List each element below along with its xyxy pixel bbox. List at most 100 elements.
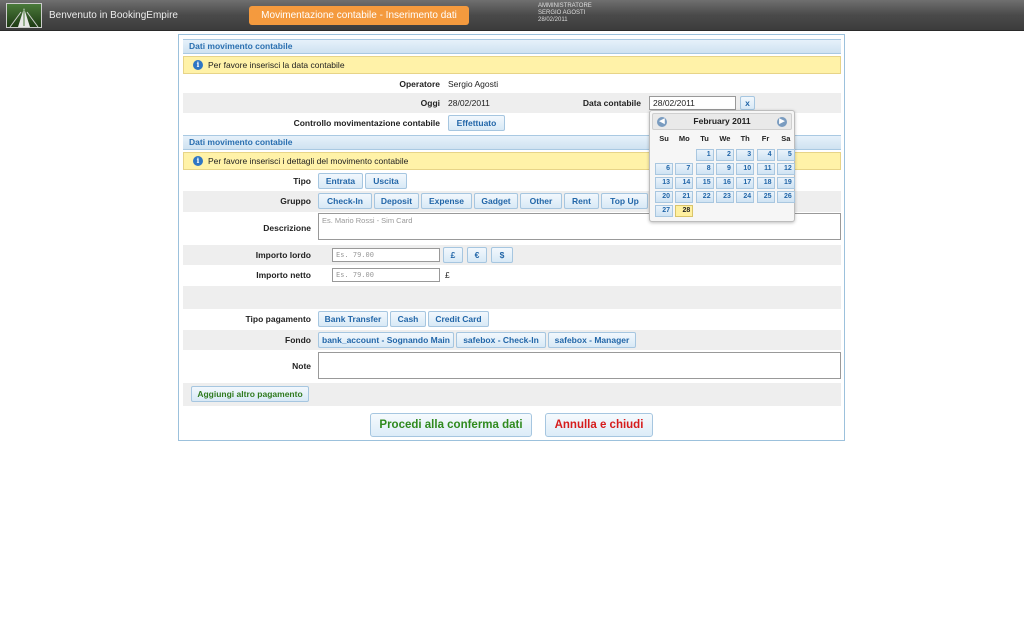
confirm-button[interactable]: Procedi alla conferma dati: [370, 413, 532, 437]
descrizione-label: Descrizione: [263, 223, 311, 233]
gruppo-expense-button[interactable]: Expense: [421, 193, 472, 209]
row-tipo-pagamento: Tipo pagamento Bank Transfer Cash Credit…: [183, 309, 841, 329]
calendar-day[interactable]: 9: [715, 163, 734, 175]
clear-date-button[interactable]: x: [740, 96, 755, 110]
data-contabile-input[interactable]: 28/02/2011: [649, 96, 736, 110]
calendar-weekday: Sa: [781, 134, 791, 143]
fondo-safebox-checkin-button[interactable]: safebox - Check-In: [456, 332, 546, 348]
cancel-button[interactable]: Annulla e chiudi: [545, 413, 653, 437]
controllo-label: Controllo movimentazione contabile: [293, 118, 440, 128]
calendar-day[interactable]: 11: [756, 163, 775, 175]
effettuato-button[interactable]: Effettuato: [448, 115, 505, 131]
calendar-day[interactable]: 12: [776, 163, 795, 175]
date-picker-calendar: ◀ February 2011 ▶ Su Mo Tu We Th Fr Sa 1 2 3 4 5 6 7 8…: [649, 110, 795, 222]
fondo-safebox-manager-button[interactable]: safebox - Manager: [548, 332, 636, 348]
calendar-weekday: Tu: [700, 134, 709, 143]
row-importo-netto: Importo netto Es. 79.00 £: [183, 265, 841, 285]
calendar-next-icon[interactable]: ▶: [777, 117, 787, 127]
calendar-weekday: Fr: [761, 134, 770, 143]
fondo-bank-account-button[interactable]: bank_account - Sognando Main: [318, 332, 454, 348]
app-title: Benvenuto in BookingEmpire: [49, 10, 178, 21]
user-info: AMMINISTRATORE SERGIO AGOSTI 28/02/2011: [538, 3, 592, 24]
oggi-value: 28/02/2011: [448, 98, 490, 108]
importo-netto-label: Importo netto: [256, 270, 311, 280]
calendar-day[interactable]: 20: [655, 191, 673, 203]
page-title-badge: Movimentazione contabile - Inserimento d…: [249, 6, 469, 25]
top-bar: Benvenuto in BookingEmpire Movimentazion…: [0, 0, 1024, 31]
user-name: SERGIO AGOSTI: [538, 10, 586, 16]
gruppo-label: Gruppo: [280, 196, 311, 206]
calendar-day[interactable]: 16: [715, 177, 734, 189]
data-contabile-label: Data contabile: [582, 98, 641, 108]
calendar-day[interactable]: 17: [736, 177, 755, 189]
calendar-day[interactable]: 14: [675, 177, 694, 189]
calendar-day[interactable]: 7: [675, 163, 694, 175]
add-payment-button[interactable]: Aggiungi altro pagamento: [191, 386, 309, 402]
calendar-day[interactable]: 3: [736, 149, 755, 161]
section-header-date: Dati movimento contabile: [183, 39, 841, 54]
calendar-day[interactable]: 10: [736, 163, 755, 175]
calendar-day[interactable]: 13: [655, 177, 673, 189]
calendar-day[interactable]: 23: [715, 191, 734, 203]
importo-netto-input[interactable]: Es. 79.00: [332, 268, 440, 282]
importo-netto-currency: £: [445, 270, 450, 280]
operatore-value: Sergio Agosti: [448, 79, 499, 89]
calendar-day[interactable]: 22: [695, 191, 714, 203]
calendar-prev-icon[interactable]: ◀: [657, 117, 667, 127]
notice-date: i Per favore inserisci la data contabile: [183, 56, 841, 74]
user-role: AMMINISTRATORE: [538, 3, 592, 9]
tipo-uscita-button[interactable]: Uscita: [365, 173, 407, 189]
calendar-day[interactable]: 6: [655, 163, 673, 175]
tipo-pagamento-label: Tipo pagamento: [245, 314, 312, 324]
calendar-day[interactable]: 26: [776, 191, 795, 203]
fondo-label: Fondo: [285, 335, 311, 345]
calendar-day[interactable]: 28: [675, 205, 694, 217]
calendar-day[interactable]: 15: [695, 177, 714, 189]
form-frame: Dati movimento contabile i Per favore in…: [178, 34, 845, 441]
calendar-weekday: We: [719, 134, 731, 143]
calendar-day[interactable]: 27: [655, 205, 673, 217]
info-icon: i: [193, 60, 203, 70]
note-textarea[interactable]: [318, 352, 841, 379]
gruppo-deposit-button[interactable]: Deposit: [374, 193, 419, 209]
currency-gbp-button[interactable]: £: [443, 247, 463, 263]
row-operatore: Operatore Sergio Agosti: [183, 75, 841, 93]
gruppo-checkin-button[interactable]: Check-In: [318, 193, 372, 209]
note-label: Note: [292, 361, 311, 371]
app-logo-icon: [6, 3, 42, 28]
currency-usd-button[interactable]: $: [491, 247, 513, 263]
calendar-month-label: February 2011: [693, 116, 751, 126]
notice-date-text: Per favore inserisci la data contabile: [208, 60, 345, 70]
notice-details-text: Per favore inserisci i dettagli del movi…: [208, 156, 409, 166]
calendar-day[interactable]: 5: [776, 149, 795, 161]
gruppo-topup-button[interactable]: Top Up: [601, 193, 648, 209]
calendar-day[interactable]: 21: [675, 191, 694, 203]
gruppo-other-button[interactable]: Other: [520, 193, 562, 209]
row-add-payment: Aggiungi altro pagamento: [183, 383, 841, 406]
calendar-day[interactable]: 24: [736, 191, 755, 203]
pagamento-credit-card-button[interactable]: Credit Card: [428, 311, 489, 327]
calendar-day[interactable]: 1: [695, 149, 714, 161]
calendar-day[interactable]: 18: [756, 177, 775, 189]
calendar-day[interactable]: 8: [695, 163, 714, 175]
calendar-day[interactable]: 4: [756, 149, 775, 161]
operatore-label: Operatore: [399, 79, 440, 89]
importo-lordo-input[interactable]: Es. 79.00: [332, 248, 440, 262]
calendar-day[interactable]: 2: [715, 149, 734, 161]
pagamento-cash-button[interactable]: Cash: [390, 311, 426, 327]
tipo-entrata-button[interactable]: Entrata: [318, 173, 363, 189]
calendar-weekday: Th: [740, 134, 750, 143]
tipo-label: Tipo: [293, 176, 311, 186]
pagamento-bank-transfer-button[interactable]: Bank Transfer: [318, 311, 388, 327]
user-date: 28/02/2011: [538, 17, 568, 23]
calendar-day[interactable]: 19: [776, 177, 795, 189]
calendar-weekday: Su: [659, 134, 669, 143]
row-spacer: [183, 286, 841, 309]
oggi-label: Oggi: [420, 98, 440, 108]
gruppo-gadget-button[interactable]: Gadget: [474, 193, 518, 209]
calendar-weekday: Mo: [678, 134, 690, 143]
importo-lordo-label: Importo lordo: [255, 250, 311, 260]
calendar-day[interactable]: 25: [756, 191, 775, 203]
gruppo-rent-button[interactable]: Rent: [564, 193, 599, 209]
currency-eur-button[interactable]: €: [467, 247, 487, 263]
